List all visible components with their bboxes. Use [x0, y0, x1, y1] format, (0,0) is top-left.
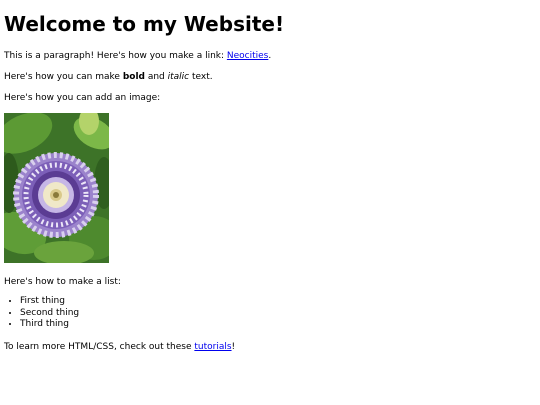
formatting-text: Here's how you can make [4, 72, 123, 82]
tutorials-link[interactable]: tutorials [194, 342, 231, 352]
paragraph-text: This is a paragraph! Here's how you make… [4, 51, 227, 61]
neocities-link[interactable]: Neocities [227, 51, 268, 61]
closing-text-end: ! [231, 342, 236, 352]
list-intro: Here's how to make a list: [4, 277, 121, 287]
paragraph-formatting: Here's how you can make bold and italic … [4, 71, 213, 83]
closing-paragraph: To learn more HTML/CSS, check out these … [4, 341, 235, 353]
formatting-text-end: text. [189, 72, 213, 82]
bold-text: bold [122, 72, 145, 82]
page: Welcome to my Website! This is a paragra… [0, 0, 540, 405]
list-item: Third thing [20, 319, 79, 331]
bullet-list: First thing Second thing Third thing [0, 296, 79, 331]
page-title: Welcome to my Website! [4, 12, 285, 36]
paragraph-text-end: . [268, 51, 272, 61]
italic-text: italic [167, 72, 190, 82]
list-item: Second thing [20, 308, 79, 320]
formatting-text-middle: and [144, 72, 168, 82]
paragraph-link: This is a paragraph! Here's how you make… [4, 50, 271, 62]
closing-text: To learn more HTML/CSS, check out these [4, 342, 195, 352]
passion-flower-image [4, 113, 109, 263]
list-item: First thing [20, 296, 79, 308]
paragraph-image-intro: Here's how you can add an image: [4, 93, 161, 103]
